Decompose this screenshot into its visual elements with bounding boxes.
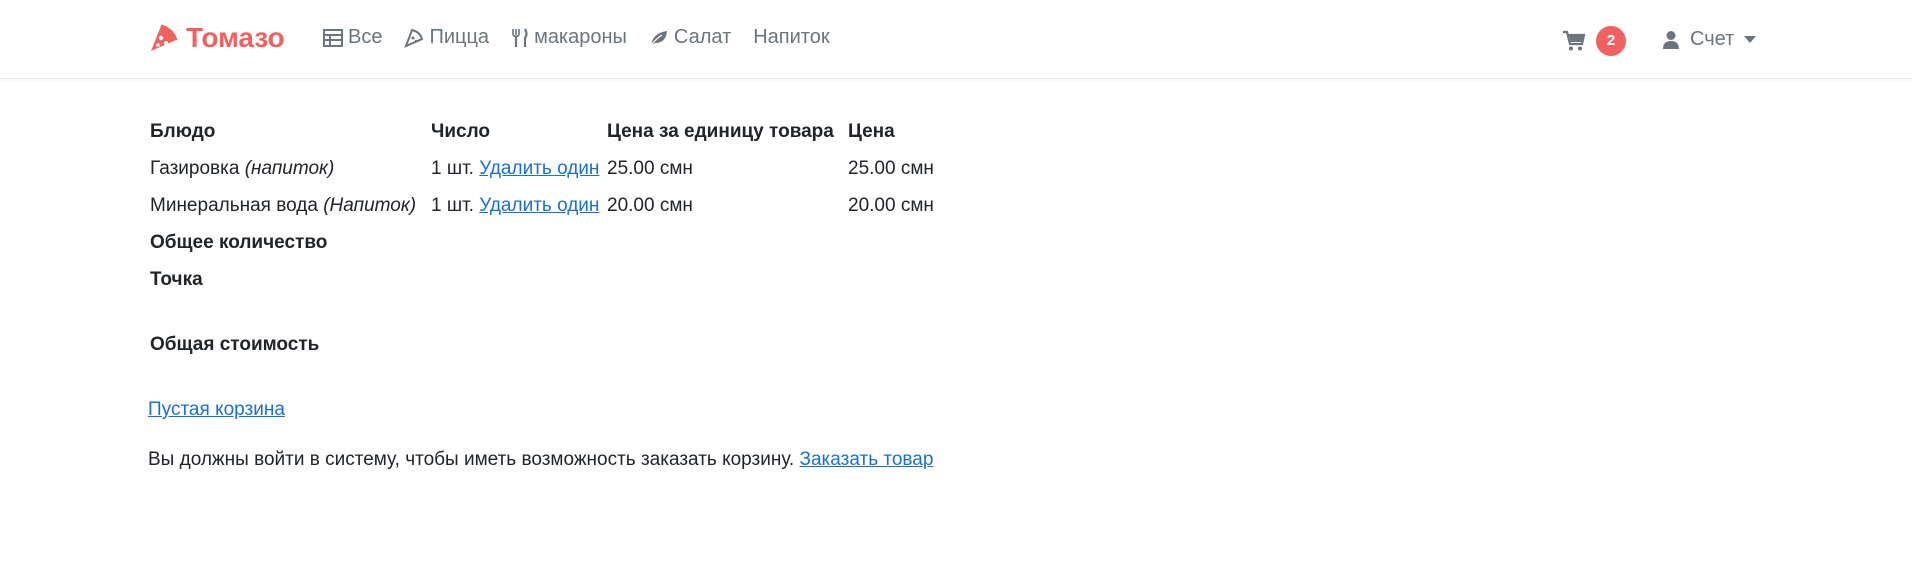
pizza-slice-icon: [404, 28, 424, 48]
table-icon: [323, 28, 343, 47]
point-label: Точка: [150, 269, 203, 290]
cart-button[interactable]: 2: [1562, 26, 1626, 56]
dish-category: (Напиток): [323, 195, 417, 216]
dish-cell: Минеральная вода (Напиток): [148, 188, 429, 225]
category-nav: Все Пицца макароны Салат Напиток: [323, 26, 852, 49]
shopping-cart-icon: [1563, 30, 1586, 51]
dish-name: Минеральная вода: [150, 195, 318, 216]
empty-cart-section: Пустая корзина: [148, 399, 285, 421]
table-header-row: Блюдо Число Цена за единицу товара Цена: [148, 115, 936, 151]
nav-item-pasta[interactable]: макароны: [511, 26, 627, 49]
order-link[interactable]: Заказать товар: [800, 449, 934, 470]
price-cell: 25.00 смн: [848, 158, 934, 179]
nav-item-label: Пицца: [429, 26, 490, 48]
nav-item-salad[interactable]: Салат: [649, 26, 731, 49]
dish-category: (напиток): [244, 158, 335, 179]
user-icon: [1663, 30, 1679, 49]
remove-one-link[interactable]: Удалить один: [479, 158, 599, 179]
empty-cart-link[interactable]: Пустая корзина: [148, 399, 285, 420]
total-quantity-label: Общее количество: [150, 232, 328, 253]
nav-item-all[interactable]: Все: [323, 26, 382, 49]
quantity-cell: 1 шт. Удалить один: [429, 188, 605, 225]
column-header-unit-price: Цена за единицу товара: [607, 121, 834, 142]
quantity-value: 1 шт.: [431, 195, 474, 216]
account-dropdown[interactable]: Счет: [1662, 28, 1757, 51]
account-label: Счет: [1690, 28, 1735, 50]
utensils-icon: [512, 27, 528, 47]
total-quantity-row: Общее количество: [148, 225, 936, 262]
total-cost-label: Общая стоимость: [150, 334, 320, 355]
nav-item-pizza[interactable]: Пицца: [404, 26, 489, 49]
top-navbar: Томазо Все Пицца макароны Салат Напиток …: [0, 0, 1912, 79]
unit-price-cell: 20.00 смн: [607, 195, 693, 216]
column-header-price: Цена: [848, 121, 895, 142]
leaf-icon: [650, 30, 667, 45]
cart-table: Блюдо Число Цена за единицу товара Цена …: [148, 115, 936, 299]
pizza-logo-icon: [151, 24, 178, 51]
dish-name: Газировка: [150, 158, 240, 179]
nav-item-label: макароны: [534, 26, 627, 48]
nav-item-label: Салат: [673, 26, 732, 48]
point-row: Точка: [148, 262, 936, 299]
brand-name: Томазо: [186, 22, 285, 53]
brand-logo[interactable]: Томазо: [148, 22, 285, 54]
quantity-value: 1 шт.: [431, 158, 474, 179]
nav-item-label: Все: [348, 26, 383, 48]
nav-item-drink[interactable]: Напиток: [753, 26, 829, 49]
column-header-dish: Блюдо: [150, 121, 216, 142]
quantity-cell: 1 шт. Удалить один: [429, 151, 605, 188]
dish-cell: Газировка (напиток): [148, 151, 429, 188]
unit-price-cell: 25.00 смн: [607, 158, 693, 179]
table-row: Минеральная вода (Напиток) 1 шт. Удалить…: [148, 188, 936, 225]
table-row: Газировка (напиток) 1 шт. Удалить один 2…: [148, 151, 936, 188]
login-note-text: Вы должны войти в систему, чтобы иметь в…: [148, 449, 795, 470]
cart-count-badge: 2: [1596, 26, 1626, 56]
chevron-down-icon: [1744, 36, 1757, 43]
login-notice: Вы должны войти в систему, чтобы иметь в…: [148, 449, 933, 471]
nav-item-label: Напиток: [753, 26, 830, 48]
remove-one-link[interactable]: Удалить один: [479, 195, 599, 216]
column-header-quantity: Число: [431, 121, 491, 142]
price-cell: 20.00 смн: [848, 195, 934, 216]
